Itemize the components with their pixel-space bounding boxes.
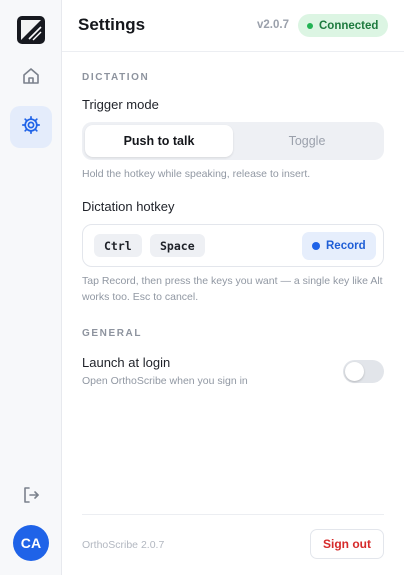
record-label: Record — [326, 240, 366, 252]
trigger-option-toggle[interactable]: Toggle — [233, 125, 381, 157]
settings-panel: Settings v2.0.7 Connected DICTATION Trig… — [62, 0, 404, 575]
status-dot-icon — [307, 22, 313, 29]
home-icon — [21, 66, 41, 91]
hotkey-label: Dictation hotkey — [82, 199, 175, 214]
trigger-mode-selector: Push to talk Toggle — [82, 122, 384, 160]
gear-icon — [21, 115, 41, 140]
app-window: CA Settings v2.0.7 Connected DICTATION T… — [0, 0, 404, 575]
trigger-option-push-to-talk[interactable]: Push to talk — [85, 125, 233, 157]
avatar[interactable]: CA — [13, 525, 49, 561]
avatar-initials: CA — [20, 535, 42, 551]
version-label: v2.0.7 — [257, 19, 289, 31]
hotkey-key: Space — [150, 234, 205, 257]
app-logo — [17, 16, 45, 44]
sidebar: CA — [0, 0, 62, 575]
trigger-mode-hint: Hold the hotkey while speaking, release … — [82, 168, 311, 180]
section-dictation: DICTATION — [82, 72, 150, 83]
hotkey-key: Ctrl — [94, 234, 142, 257]
record-dot-icon — [312, 242, 320, 250]
sidebar-item-home[interactable] — [10, 57, 52, 99]
sidebar-item-settings[interactable] — [10, 106, 52, 148]
logout-button[interactable] — [10, 476, 52, 518]
launch-at-login-label: Launch at login — [82, 355, 171, 370]
launch-at-login-toggle[interactable] — [343, 360, 384, 383]
divider — [82, 514, 384, 515]
record-button[interactable]: Record — [302, 232, 376, 260]
hotkey-field[interactable]: Ctrl Space Record — [82, 224, 384, 267]
logout-icon — [21, 485, 41, 510]
status-badge: Connected — [298, 14, 389, 37]
status-text: Connected — [319, 19, 379, 32]
page-title: Settings — [78, 15, 146, 34]
launch-at-login-hint: Open OrthoScribe when you sign in — [82, 375, 248, 387]
trigger-mode-label: Trigger mode — [82, 97, 159, 112]
sign-out-button[interactable]: Sign out — [310, 529, 384, 559]
hotkey-hint: Tap Record, then press the keys you want… — [82, 275, 383, 303]
section-general: GENERAL — [82, 328, 143, 339]
header: Settings v2.0.7 Connected — [62, 0, 404, 52]
footer-version: OrthoScribe 2.0.7 — [82, 539, 165, 551]
toggle-knob — [345, 362, 364, 381]
